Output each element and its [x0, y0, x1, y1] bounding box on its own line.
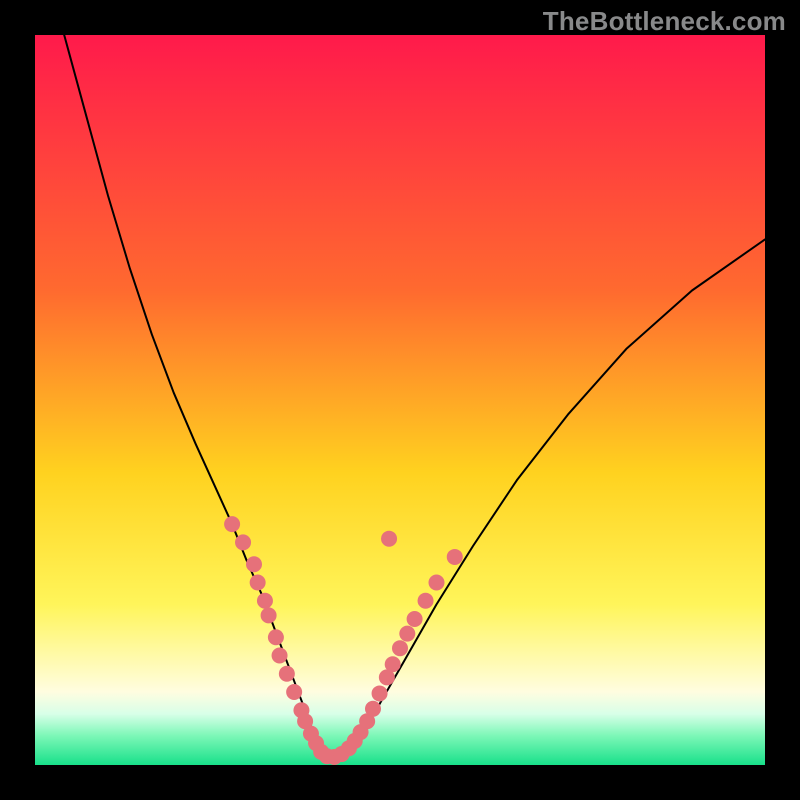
scatter-point [279, 666, 295, 682]
scatter-point [372, 685, 388, 701]
scatter-point [365, 701, 381, 717]
scatter-point [224, 516, 240, 532]
scatter-point [286, 684, 302, 700]
scatter-point [261, 607, 277, 623]
scatter-point [381, 531, 397, 547]
scatter-point [246, 556, 262, 572]
scatter-point [268, 629, 284, 645]
scatter-point [407, 611, 423, 627]
scatter-point [385, 656, 401, 672]
scatter-point [447, 549, 463, 565]
scatter-point [399, 626, 415, 642]
scatter-point [257, 593, 273, 609]
scatter-point [392, 640, 408, 656]
scatter-point [429, 575, 445, 591]
watermark-text: TheBottleneck.com [543, 6, 786, 37]
scatter-point [418, 593, 434, 609]
scatter-point [272, 648, 288, 664]
plot-area [35, 35, 765, 765]
scatter-point [235, 534, 251, 550]
scatter-point [250, 575, 266, 591]
chart-svg [35, 35, 765, 765]
chart-frame: TheBottleneck.com [0, 0, 800, 800]
